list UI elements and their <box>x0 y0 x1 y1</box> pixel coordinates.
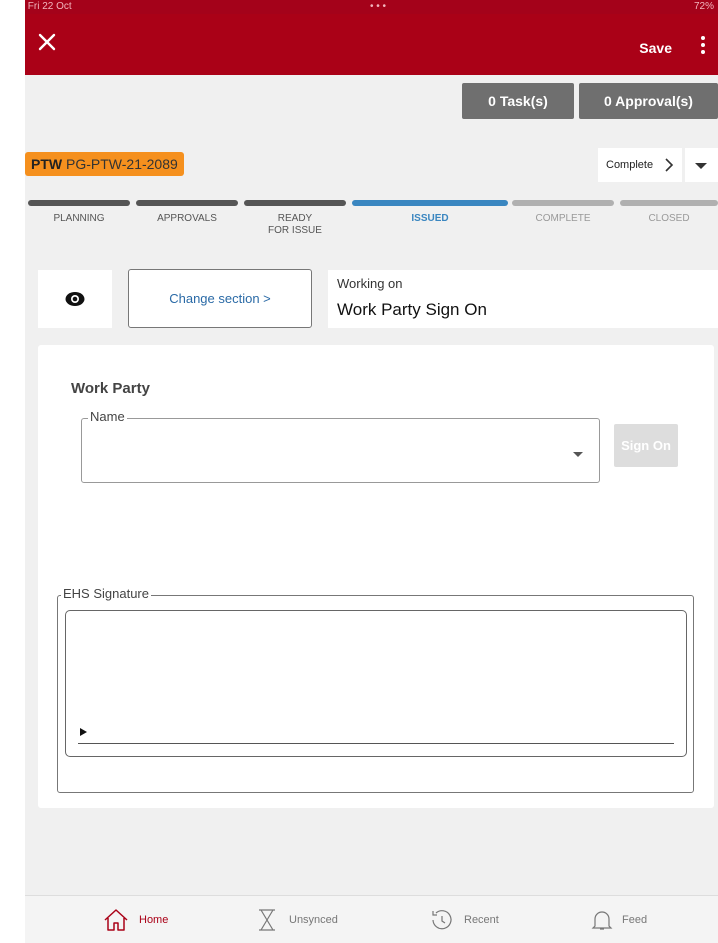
complete-label: Complete <box>606 159 654 171</box>
approvals-button[interactable]: 0 Approval(s) <box>579 83 718 119</box>
status-bar: 08:19 Fri 22 Oct • • • 72% <box>25 0 718 14</box>
ehs-signature-label: EHS Signature <box>61 586 151 601</box>
signature-line <box>78 743 674 744</box>
multitask-dots: • • • <box>370 1 387 12</box>
tasks-button[interactable]: 0 Task(s) <box>462 83 574 119</box>
step-issued: ISSUED <box>411 213 449 224</box>
permit-number: PG-PTW-21-2089 <box>66 156 178 172</box>
tab-recent[interactable]: Recent <box>428 908 528 932</box>
step-closed: CLOSED <box>648 213 690 224</box>
tab-unsynced[interactable]: Unsynced <box>256 908 366 932</box>
chevron-down-icon <box>695 163 707 169</box>
step-bar-closed <box>620 200 718 206</box>
history-icon <box>432 910 452 930</box>
bell-icon <box>591 911 613 930</box>
working-on-value: Work Party Sign On <box>337 300 487 319</box>
tab-feed[interactable]: Feed <box>590 908 670 932</box>
battery-indicator: 72% <box>693 1 714 12</box>
bottom-tab-bar: Home Unsynced Recent Feed <box>25 895 718 943</box>
tab-recent-label: Recent <box>464 914 499 926</box>
signature-marker-icon <box>80 728 87 736</box>
working-on-panel: Working on Work Party Sign On <box>328 270 718 328</box>
complete-button[interactable]: Complete <box>598 148 682 182</box>
close-icon[interactable] <box>37 32 59 54</box>
tab-unsynced-label: Unsynced <box>289 914 338 926</box>
name-select[interactable]: Name <box>81 409 600 483</box>
name-field-label: Name <box>88 409 127 424</box>
save-button[interactable]: Save <box>639 40 672 56</box>
step-ready-for-issue: READY FOR ISSUE <box>268 213 322 236</box>
step-approvals: APPROVALS <box>157 213 217 224</box>
dropdown-arrow-icon <box>573 452 583 457</box>
step-bar-ready <box>244 200 346 206</box>
step-complete: COMPLETE <box>535 213 591 224</box>
signature-pad[interactable] <box>65 610 687 757</box>
step-bar-approvals <box>136 200 238 206</box>
permit-badge: PTW PG-PTW-21-2089 <box>25 152 184 176</box>
chevron-right-icon <box>665 148 674 195</box>
status-time: 08:19 Fri 22 Oct <box>25 1 72 12</box>
step-bar-complete <box>512 200 614 206</box>
more-options-icon[interactable] <box>700 36 706 58</box>
tab-feed-label: Feed <box>622 914 648 926</box>
sign-on-button[interactable]: Sign On <box>614 424 678 467</box>
work-party-title: Work Party <box>71 380 150 397</box>
tab-home[interactable]: Home <box>103 908 193 932</box>
ehs-signature-field: EHS Signature <box>57 586 694 793</box>
tab-home-label: Home <box>139 914 169 926</box>
hourglass-icon <box>259 909 275 931</box>
step-bar-issued <box>352 200 508 206</box>
app-frame: 08:19 Fri 22 Oct • • • 72% Save 0 Task(s… <box>25 0 718 943</box>
eye-icon <box>65 292 85 306</box>
step-bar-planning <box>28 200 130 206</box>
change-section-button[interactable]: Change section > <box>128 269 312 328</box>
work-party-card: Work Party Name Sign On EHS Signature <box>38 345 714 808</box>
permit-prefix: PTW <box>31 156 63 172</box>
permit-menu-button[interactable] <box>685 148 718 182</box>
working-on-label: Working on <box>337 276 403 291</box>
preview-button[interactable] <box>38 270 112 328</box>
app-bar: Save <box>25 14 718 75</box>
step-planning: PLANNING <box>53 213 105 224</box>
home-icon <box>104 909 128 931</box>
